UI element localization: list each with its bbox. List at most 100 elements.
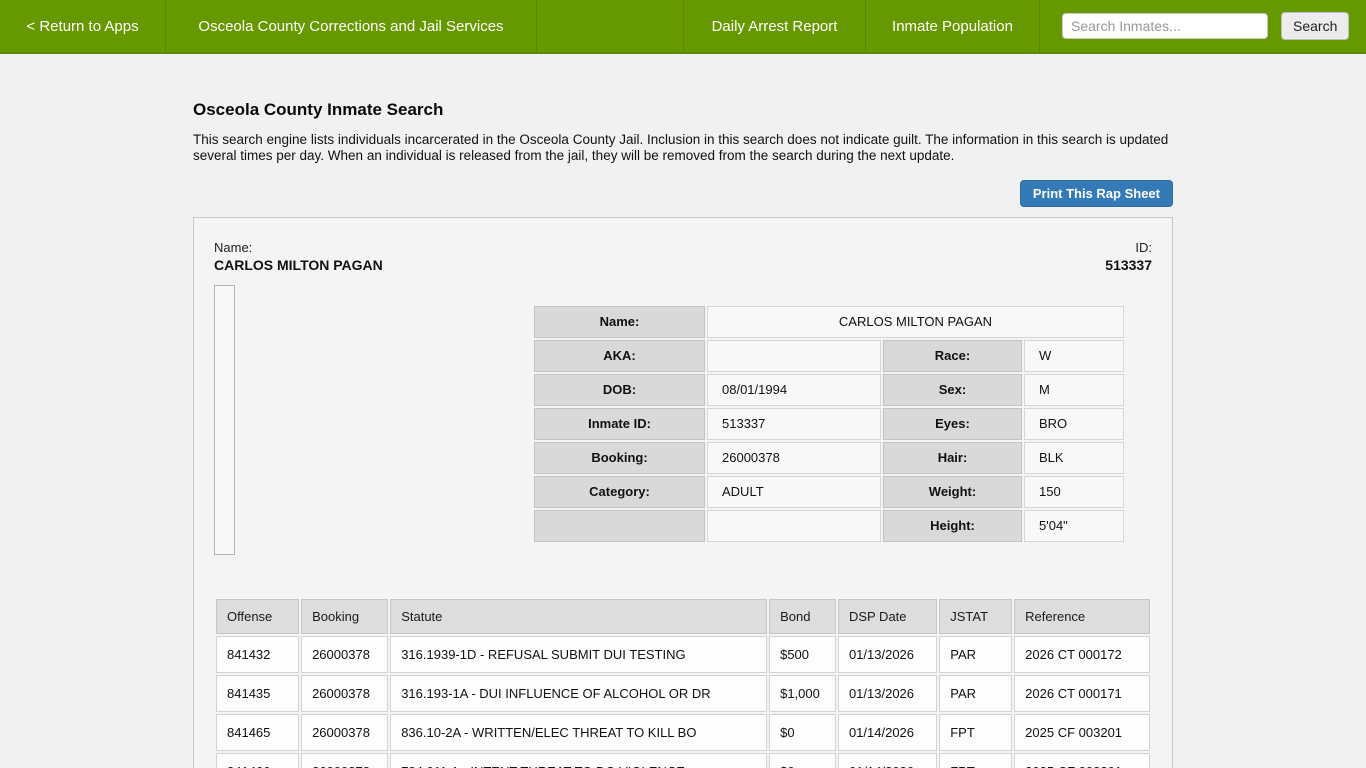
- detail-label: Category:: [534, 476, 705, 508]
- inmate-main-row: Name: CARLOS MILTON PAGAN AKA: Race: W D…: [214, 285, 1152, 557]
- detail-label: Race:: [883, 340, 1022, 372]
- detail-value: 150: [1024, 476, 1124, 508]
- offense-cell: 316.193-1A - DUI INFLUENCE OF ALCOHOL OR…: [390, 675, 767, 712]
- inmate-details-table: Name: CARLOS MILTON PAGAN AKA: Race: W D…: [532, 304, 1126, 544]
- offense-cell: $500: [769, 636, 836, 673]
- search-button[interactable]: Search: [1281, 12, 1349, 40]
- offenses-table: OffenseBookingStatuteBondDSP DateJSTATRe…: [214, 597, 1152, 768]
- table-row: Name: CARLOS MILTON PAGAN: [534, 306, 1124, 338]
- detail-label: [534, 510, 705, 542]
- offense-cell: PAR: [939, 675, 1012, 712]
- offense-cell: $0: [769, 753, 836, 768]
- detail-label: Weight:: [883, 476, 1022, 508]
- table-row: 84146626000378784.011-1 - INTENT THREAT …: [216, 753, 1150, 768]
- offense-cell: 836.10-2A - WRITTEN/ELEC THREAT TO KILL …: [390, 714, 767, 751]
- nav-spacer: [537, 0, 684, 52]
- offense-column-header: Reference: [1014, 599, 1150, 634]
- detail-label: Name:: [534, 306, 705, 338]
- name-label: Name:: [214, 240, 383, 255]
- offense-column-header: Bond: [769, 599, 836, 634]
- offenses-table-body: 84143226000378316.1939-1D - REFUSAL SUBM…: [216, 636, 1150, 768]
- offense-cell: 26000378: [301, 675, 388, 712]
- page-title: Osceola County Inmate Search: [193, 100, 1173, 120]
- offense-cell: 2025 CF 003201: [1014, 753, 1150, 768]
- offense-cell: FPT: [939, 714, 1012, 751]
- offense-cell: $1,000: [769, 675, 836, 712]
- table-row: 84143226000378316.1939-1D - REFUSAL SUBM…: [216, 636, 1150, 673]
- nav-search-area: Search: [1040, 0, 1366, 52]
- top-nav: < Return to Apps Osceola County Correcti…: [0, 0, 1366, 54]
- detail-value: ADULT: [707, 476, 881, 508]
- inmate-panel-header: Name: CARLOS MILTON PAGAN ID: 513337: [214, 240, 1152, 273]
- detail-value: 513337: [707, 408, 881, 440]
- detail-label: AKA:: [534, 340, 705, 372]
- id-label: ID:: [1105, 240, 1152, 255]
- nav-daily-arrest-report[interactable]: Daily Arrest Report: [684, 0, 866, 52]
- table-row: Inmate ID: 513337 Eyes: BRO: [534, 408, 1124, 440]
- table-row: Category: ADULT Weight: 150: [534, 476, 1124, 508]
- nav-brand[interactable]: Osceola County Corrections and Jail Serv…: [166, 0, 537, 52]
- inmate-name-block: Name: CARLOS MILTON PAGAN: [214, 240, 383, 273]
- detail-value: [707, 340, 881, 372]
- offense-cell: FPT: [939, 753, 1012, 768]
- offense-cell: 784.011-1 - INTENT THREAT TO DO VIOLENCE: [390, 753, 767, 768]
- print-rap-sheet-button[interactable]: Print This Rap Sheet: [1020, 180, 1173, 207]
- offense-cell: PAR: [939, 636, 1012, 673]
- table-row: AKA: Race: W: [534, 340, 1124, 372]
- offense-column-header: JSTAT: [939, 599, 1012, 634]
- offense-cell: 01/13/2026: [838, 636, 937, 673]
- detail-label: Height:: [883, 510, 1022, 542]
- search-input[interactable]: [1062, 13, 1268, 39]
- offense-column-header: Booking: [301, 599, 388, 634]
- detail-value: [707, 510, 881, 542]
- detail-label: Inmate ID:: [534, 408, 705, 440]
- offense-cell: 841435: [216, 675, 299, 712]
- inmate-id: 513337: [1105, 257, 1152, 273]
- table-row: 84143526000378316.193-1A - DUI INFLUENCE…: [216, 675, 1150, 712]
- table-row: Height: 5'04": [534, 510, 1124, 542]
- detail-label: DOB:: [534, 374, 705, 406]
- nav-return-to-apps[interactable]: < Return to Apps: [0, 0, 166, 52]
- page-description: This search engine lists individuals inc…: [193, 132, 1173, 165]
- detail-label: Hair:: [883, 442, 1022, 474]
- offense-cell: 26000378: [301, 636, 388, 673]
- mugshot-placeholder: [214, 285, 235, 555]
- table-row: 84146526000378836.10-2A - WRITTEN/ELEC T…: [216, 714, 1150, 751]
- offense-cell: 01/13/2026: [838, 675, 937, 712]
- offense-cell: 2026 CT 000171: [1014, 675, 1150, 712]
- offense-cell: 841432: [216, 636, 299, 673]
- table-row: DOB: 08/01/1994 Sex: M: [534, 374, 1124, 406]
- offense-cell: 26000378: [301, 753, 388, 768]
- detail-label: Booking:: [534, 442, 705, 474]
- offense-cell: 2026 CT 000172: [1014, 636, 1150, 673]
- offense-cell: 01/14/2026: [838, 714, 937, 751]
- detail-value: M: [1024, 374, 1124, 406]
- nav-inmate-population[interactable]: Inmate Population: [866, 0, 1040, 52]
- detail-value: W: [1024, 340, 1124, 372]
- detail-value: 08/01/1994: [707, 374, 881, 406]
- detail-value: BRO: [1024, 408, 1124, 440]
- offense-cell: 01/14/2026: [838, 753, 937, 768]
- detail-value: 26000378: [707, 442, 881, 474]
- offense-cell: 2025 CF 003201: [1014, 714, 1150, 751]
- offense-cell: 841466: [216, 753, 299, 768]
- detail-value: 5'04": [1024, 510, 1124, 542]
- inmate-name: CARLOS MILTON PAGAN: [214, 257, 383, 273]
- inmate-id-block: ID: 513337: [1105, 240, 1152, 273]
- print-row: Print This Rap Sheet: [193, 180, 1173, 207]
- offense-cell: $0: [769, 714, 836, 751]
- offense-column-header: DSP Date: [838, 599, 937, 634]
- offense-column-header: Statute: [390, 599, 767, 634]
- offense-cell: 316.1939-1D - REFUSAL SUBMIT DUI TESTING: [390, 636, 767, 673]
- detail-value: BLK: [1024, 442, 1124, 474]
- offense-cell: 26000378: [301, 714, 388, 751]
- detail-label: Sex:: [883, 374, 1022, 406]
- table-row: Booking: 26000378 Hair: BLK: [534, 442, 1124, 474]
- offense-cell: 841465: [216, 714, 299, 751]
- detail-value: CARLOS MILTON PAGAN: [707, 306, 1124, 338]
- offense-column-header: Offense: [216, 599, 299, 634]
- detail-label: Eyes:: [883, 408, 1022, 440]
- inmate-panel: Name: CARLOS MILTON PAGAN ID: 513337 Nam…: [193, 217, 1173, 768]
- page-content: Osceola County Inmate Search This search…: [193, 100, 1173, 768]
- offenses-header-row: OffenseBookingStatuteBondDSP DateJSTATRe…: [216, 599, 1150, 634]
